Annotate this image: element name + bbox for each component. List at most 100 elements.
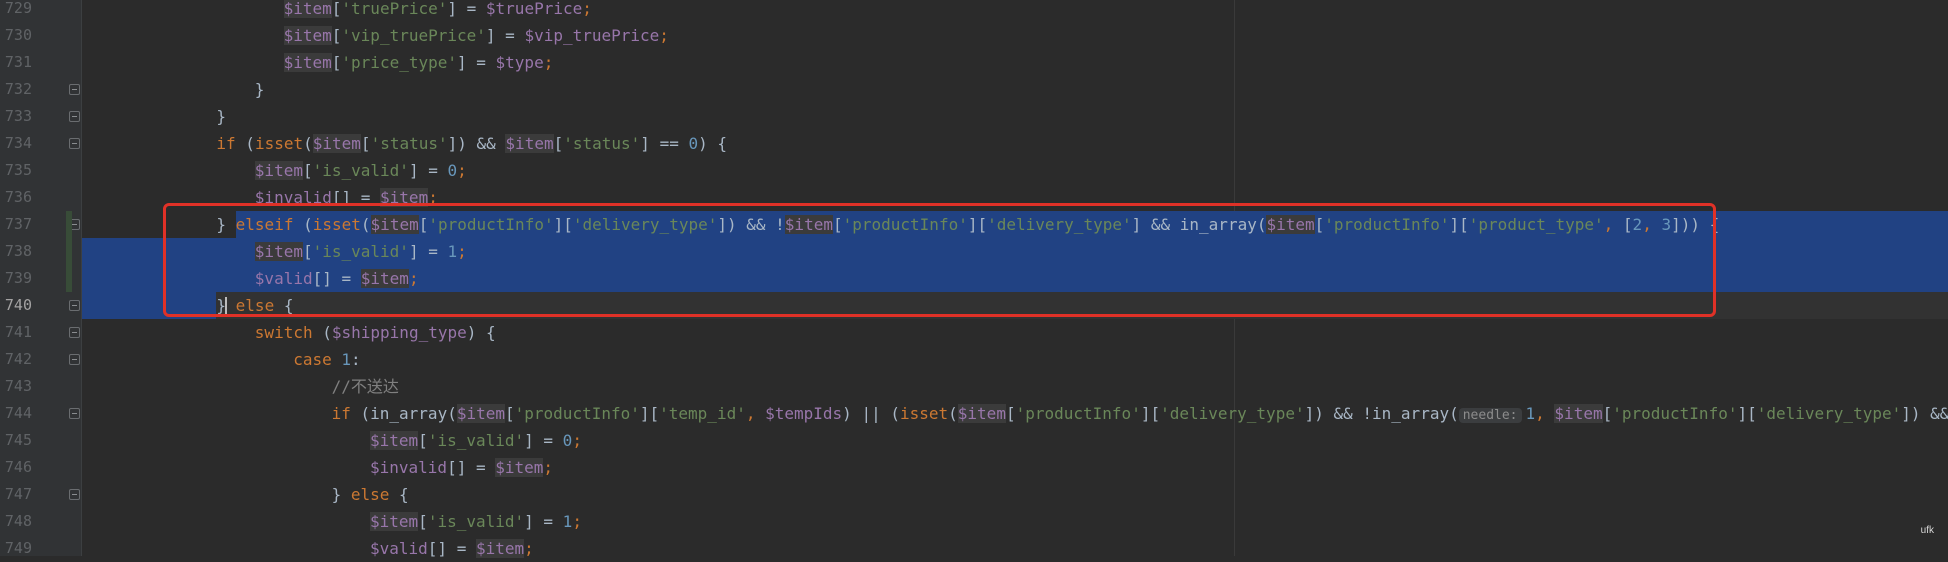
code-token: [ [1602,404,1613,423]
code-token: : [351,350,361,369]
fold-marker-icon[interactable] [69,354,80,365]
line-number[interactable]: 732 [0,76,32,103]
code-token: ] = [524,431,563,450]
code-line[interactable]: case 1: [293,346,360,373]
fold-marker-icon[interactable] [69,84,80,95]
code-token: if [216,134,246,153]
code-token: $truePrice [485,0,583,18]
code-line[interactable]: $invalid[] = $item; [370,454,553,481]
line-number[interactable]: 749 [0,535,32,562]
line-number[interactable]: 738 [0,238,32,265]
code-token: [ [505,404,515,423]
code-token: if [331,404,361,423]
line-number[interactable]: 748 [0,508,32,535]
code-line[interactable]: } else { [332,481,409,508]
code-line[interactable]: $item['is_valid'] = 0; [370,427,582,454]
line-number[interactable]: 741 [0,319,32,346]
code-token: [ [331,26,342,45]
line-number[interactable]: 731 [0,49,32,76]
code-token: ] = [485,26,525,45]
code-token: case [293,350,342,369]
fold-marker-icon[interactable] [69,489,80,500]
vcs-change-marker[interactable] [66,211,72,292]
line-number[interactable]: 736 [0,184,32,211]
fold-marker-icon[interactable] [69,300,80,311]
red-annotation-box [163,203,1716,317]
line-number[interactable]: 742 [0,346,32,373]
line-number[interactable]: 744 [0,400,32,427]
code-token: ]) && [447,134,506,153]
code-token: 0 [562,431,573,450]
code-line[interactable]: } [255,76,265,103]
code-token: 'vip_truePrice' [341,26,486,45]
code-line[interactable]: } [216,103,226,130]
line-number[interactable]: 747 [0,481,32,508]
code-token: ; [582,0,592,18]
code-token: ][ [1140,404,1161,423]
fold-marker-icon[interactable] [69,327,80,338]
code-token: ; [524,539,534,558]
code-line[interactable]: $item['price_type'] = $type; [283,49,553,76]
code-token: ) { [466,323,496,342]
code-token: ][ [639,404,660,423]
code-token: ] = [447,0,486,18]
code-token: [ [360,134,371,153]
code-token: 'productInfo' [1015,404,1141,423]
line-number[interactable]: 730 [0,22,32,49]
code-token: 1 [562,512,573,531]
code-token: ( [322,323,332,342]
code-line[interactable]: $item['is_valid'] = 0; [254,157,467,184]
code-token: ] = [524,512,563,531]
code-token: 'productInfo' [514,404,640,423]
code-token: ; [543,458,554,477]
line-number[interactable]: 740 [0,292,32,319]
code-line[interactable]: $valid[] = $item; [370,535,534,562]
line-number[interactable]: 746 [0,454,32,481]
code-token: $vip_truePrice [524,26,660,45]
fold-marker-icon[interactable] [69,111,80,122]
code-token: $type [495,53,544,72]
code-token: [ [1005,404,1016,423]
code-token: $item [475,539,525,558]
code-line[interactable]: if (isset($item['status']) && $item['sta… [216,130,727,157]
code-token: $invalid [370,458,448,477]
code-token: $item [957,404,1006,423]
code-token: $tempIds [765,404,843,423]
line-number-gutter[interactable]: 729 730 731 732 733 734 735 736 737 738 739 740 741 7… [0,0,81,557]
code-token: ][ [1737,404,1757,423]
fold-marker-icon[interactable] [69,138,80,149]
code-token: 0 [688,134,699,153]
code-line[interactable]: $item['is_valid'] = 1; [370,508,582,535]
line-number[interactable]: 737 [0,211,32,238]
code-token: ]) && ! [1901,404,1948,423]
line-number[interactable]: 734 [0,130,32,157]
code-token: , [1535,404,1555,423]
code-token: $item [1554,404,1603,423]
code-token: //不送达 [331,377,399,396]
code-token: 'is_valid' [427,512,525,531]
code-token: ] = [408,161,448,180]
code-token: 'status' [370,134,448,153]
code-token: 'is_valid' [427,431,525,450]
code-token: $item [505,134,554,153]
code-token: ( [245,134,255,153]
code-token: $item [283,26,332,45]
code-line[interactable]: switch ($shipping_type) { [255,319,496,346]
code-token: { [399,485,409,504]
line-number[interactable]: 729 [0,0,32,22]
parameter-hint: needle: [1458,408,1522,423]
code-line[interactable]: $item['truePrice'] = $truePrice; [283,0,592,22]
code-token: $valid [370,539,428,558]
code-line[interactable]: if (in_array($item['productInfo']['temp_… [332,400,1948,427]
code-line[interactable]: //不送达 [332,373,399,400]
line-number[interactable]: 743 [0,373,32,400]
line-number[interactable]: 733 [0,103,32,130]
line-number[interactable]: 745 [0,427,32,454]
code-token: [] = [427,539,476,558]
line-number[interactable]: 739 [0,265,32,292]
line-number[interactable]: 735 [0,157,32,184]
code-editor[interactable]: 729 730 731 732 733 734 735 736 737 738 739 740 741 7… [0,0,1948,558]
code-line[interactable]: $item['vip_truePrice'] = $vip_truePrice; [283,22,669,49]
code-token: 'productInfo' [1612,404,1738,423]
fold-marker-icon[interactable] [69,408,80,419]
